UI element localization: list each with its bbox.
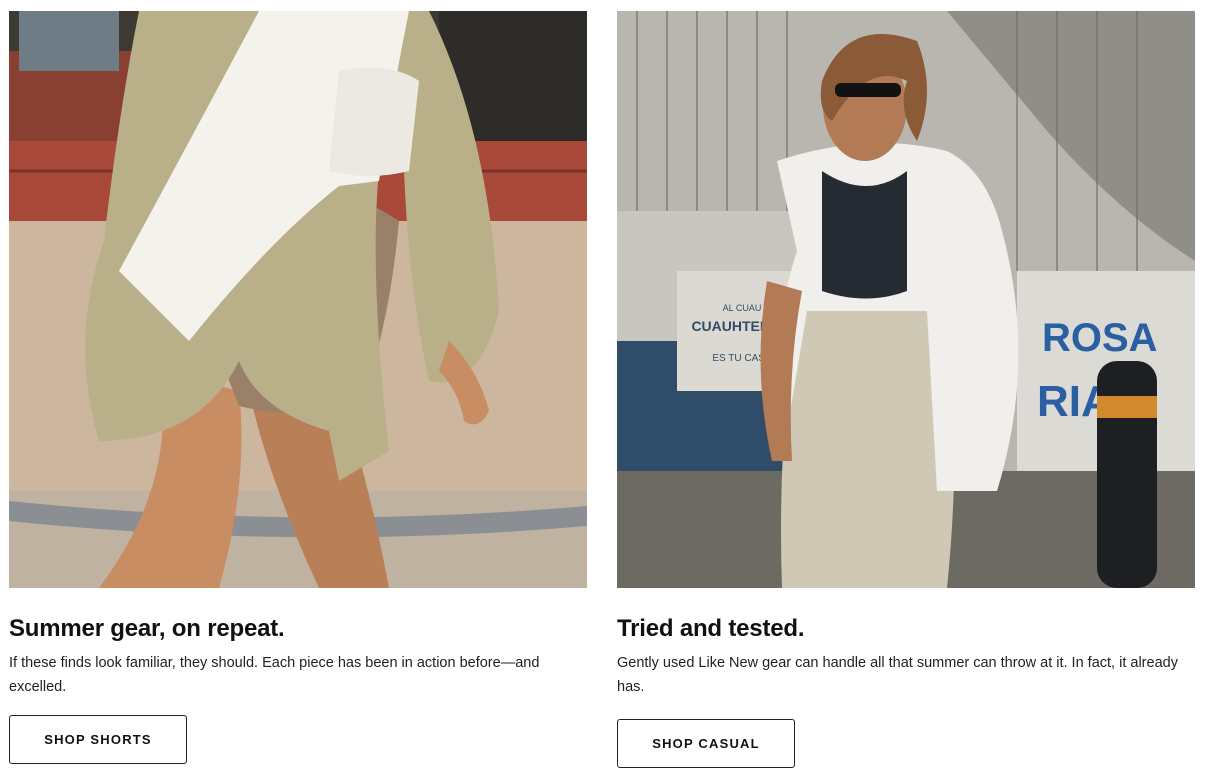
shop-shorts-button[interactable]: SHOP SHORTS (9, 715, 187, 764)
promo-image-casual[interactable]: AL CUAU CUAUHTEMOC ES TU CASA ROSA RIA (617, 11, 1195, 588)
card-description: If these finds look familiar, they shoul… (9, 655, 540, 695)
promo-card-shorts: Summer gear, on repeat. If these finds l… (9, 11, 587, 764)
promo-image-shorts[interactable] (9, 11, 587, 588)
sign-right-text-1: ROSA (1042, 316, 1158, 360)
casual-photo: AL CUAU CUAUHTEMOC ES TU CASA ROSA RIA (617, 11, 1195, 588)
shop-casual-button[interactable]: SHOP CASUAL (617, 719, 795, 768)
card-title: Tried and tested. (617, 615, 805, 642)
promo-card-casual: AL CUAU CUAUHTEMOC ES TU CASA ROSA RIA T… (617, 11, 1195, 768)
card-title: Summer gear, on repeat. (9, 615, 285, 642)
sign-top-text: AL CUAU (723, 303, 762, 313)
shorts-photo (9, 11, 587, 588)
card-description: Gently used Like New gear can handle all… (617, 655, 1178, 695)
